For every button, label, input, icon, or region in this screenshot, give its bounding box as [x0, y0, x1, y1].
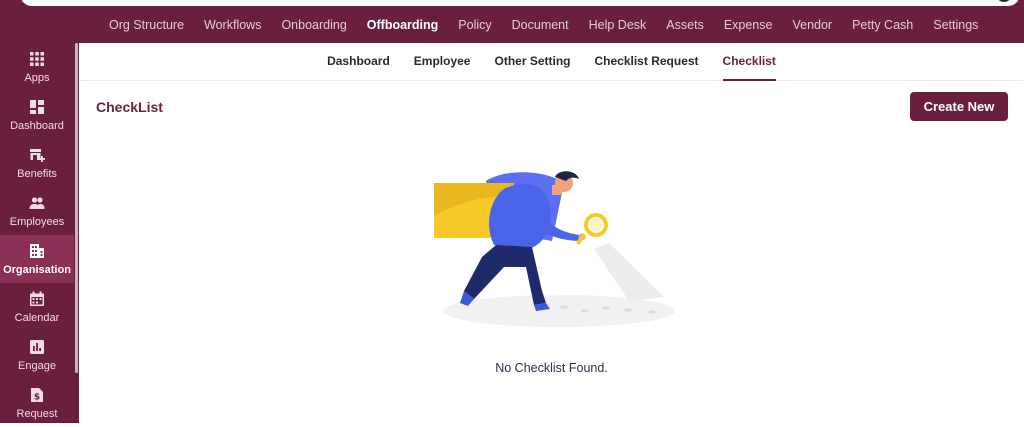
- sidebar-item-organisation[interactable]: Organisation: [0, 235, 74, 283]
- top-nav-assets[interactable]: Assets: [666, 18, 704, 32]
- sidebar-item-label: Request: [16, 407, 58, 420]
- people-icon: [29, 196, 45, 209]
- top-nav-vendor[interactable]: Vendor: [792, 18, 832, 32]
- sidebar-item-request[interactable]: $ Request: [0, 379, 74, 427]
- sub-navigation: Dashboard Employee Other Setting Checkli…: [79, 43, 1024, 81]
- sidebar-item-label: Dashboard: [10, 119, 64, 132]
- sidebar-scrollbar-thumb[interactable]: [75, 43, 78, 373]
- top-bar: Org Structure Workflows Onboarding Offbo…: [0, 0, 1024, 43]
- sidebar-item-label: Engage: [18, 359, 56, 372]
- sidebar-item-apps[interactable]: Apps: [0, 43, 74, 91]
- tab-employee[interactable]: Employee: [414, 43, 471, 81]
- sidebar-item-label: Benefits: [17, 167, 57, 180]
- top-nav-org-structure[interactable]: Org Structure: [109, 18, 184, 32]
- top-nav-expense[interactable]: Expense: [724, 18, 773, 32]
- top-nav-offboarding[interactable]: Offboarding: [367, 18, 439, 32]
- top-nav-help-desk[interactable]: Help Desk: [589, 18, 647, 32]
- sidebar-item-benefits[interactable]: Benefits: [0, 139, 74, 187]
- top-navigation: Org Structure Workflows Onboarding Offbo…: [99, 6, 988, 43]
- empty-state-illustration: [434, 171, 675, 327]
- sidebar-item-engage[interactable]: Engage: [0, 331, 74, 379]
- sidebar-item-label: Employees: [9, 215, 65, 228]
- building-icon: [30, 243, 44, 258]
- sidebar-item-label: Apps: [24, 71, 50, 84]
- dashboard-icon: [30, 99, 44, 114]
- empty-state-message: No Checklist Found.: [495, 361, 608, 375]
- top-nav-document[interactable]: Document: [512, 18, 569, 32]
- sidebar: Apps Dashboard Benefits Employees Organi…: [0, 43, 79, 423]
- tab-checklist-request[interactable]: Checklist Request: [595, 43, 699, 81]
- top-nav-policy[interactable]: Policy: [458, 18, 491, 32]
- apps-grid-icon: [30, 51, 44, 66]
- top-nav-petty-cash[interactable]: Petty Cash: [852, 18, 913, 32]
- tab-dashboard[interactable]: Dashboard: [327, 43, 390, 81]
- top-nav-onboarding[interactable]: Onboarding: [281, 18, 346, 32]
- page-title: CheckList: [96, 99, 163, 115]
- calendar-icon: [30, 291, 44, 306]
- sidebar-item-calendar[interactable]: Calendar: [0, 283, 74, 331]
- sidebar-item-employees[interactable]: Employees: [0, 187, 74, 235]
- tab-other-setting[interactable]: Other Setting: [494, 43, 570, 81]
- benefits-icon: [30, 148, 45, 162]
- tab-checklist[interactable]: Checklist: [722, 43, 777, 81]
- sidebar-item-label: Organisation: [3, 263, 71, 276]
- top-nav-settings[interactable]: Settings: [933, 18, 978, 32]
- chart-icon: [30, 339, 44, 354]
- create-new-button[interactable]: Create New: [910, 92, 1008, 121]
- top-nav-workflows[interactable]: Workflows: [204, 18, 261, 32]
- sidebar-item-dashboard[interactable]: Dashboard: [0, 91, 74, 139]
- main-content: Dashboard Employee Other Setting Checkli…: [79, 43, 1024, 423]
- sidebar-item-label: Calendar: [14, 311, 60, 324]
- request-icon: $: [31, 387, 43, 402]
- svg-text:$: $: [34, 392, 40, 402]
